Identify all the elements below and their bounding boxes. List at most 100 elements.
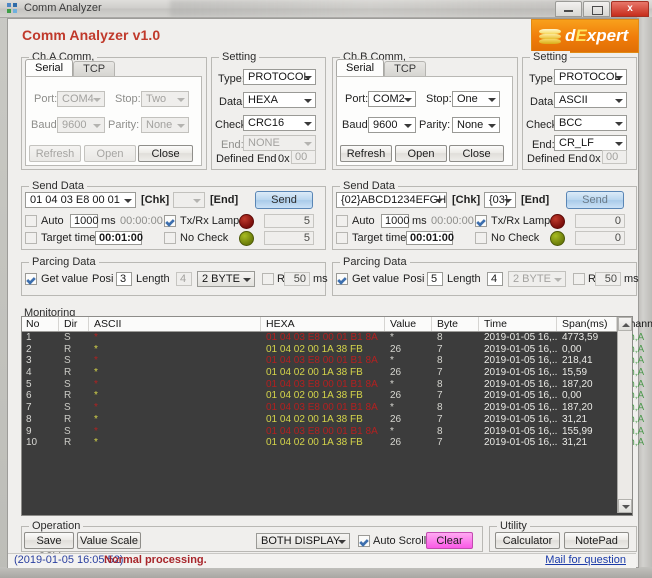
auto-interval-input-b[interactable]: 1000 — [381, 214, 409, 228]
column-header-byte[interactable]: Byte — [437, 318, 458, 330]
target-time-input-a[interactable]: 00:01:00 — [95, 231, 143, 245]
column-header-value[interactable]: Value — [390, 318, 416, 330]
display-mode-select[interactable]: BOTH DISPLAY — [256, 533, 350, 549]
auto-checkbox-b[interactable] — [336, 215, 348, 227]
posi-input-b[interactable]: 5 — [427, 272, 443, 286]
auto-scroll-checkbox[interactable] — [358, 535, 370, 547]
data-select-b[interactable]: ASCII — [554, 92, 627, 108]
close-button[interactable]: x — [611, 1, 649, 17]
tab-tcp-b[interactable]: TCP — [384, 61, 427, 77]
refresh-button-b[interactable]: Refresh — [340, 145, 392, 162]
chk-select-b[interactable]: {03} — [484, 192, 516, 208]
stop-select-b[interactable]: One — [452, 91, 500, 107]
calculator-button[interactable]: Calculator — [495, 532, 560, 549]
refresh-button-a[interactable]: Refresh — [29, 145, 81, 162]
get-value-checkbox-a[interactable] — [25, 273, 37, 285]
no-check-checkbox-b[interactable] — [475, 232, 487, 244]
byte-size-select-b[interactable]: 2 BYTE — [508, 271, 566, 287]
column-divider[interactable] — [260, 317, 261, 331]
column-divider[interactable] — [58, 317, 59, 331]
tab-serial-a[interactable]: Serial — [25, 59, 74, 77]
cell-ascii: * — [94, 355, 98, 367]
parity-select-b[interactable]: None — [452, 117, 500, 133]
port-select-a[interactable]: COM4 — [57, 91, 105, 107]
column-divider[interactable] — [478, 317, 479, 331]
minimize-button[interactable] — [555, 1, 582, 17]
save-csv-button[interactable]: Save CSV — [24, 532, 74, 563]
send-button-b[interactable]: Send — [566, 191, 624, 209]
column-divider[interactable] — [88, 317, 89, 331]
data-select-a[interactable]: HEXA — [243, 92, 316, 108]
tab-tcp-a[interactable]: TCP — [73, 61, 116, 77]
column-header-dir[interactable]: Dir — [64, 318, 77, 330]
column-header-ascii[interactable]: ASCII — [94, 318, 121, 330]
column-divider[interactable] — [384, 317, 385, 331]
mail-for-question-link[interactable]: Mail for question — [545, 554, 626, 566]
no-check-checkbox-a[interactable] — [164, 232, 176, 244]
tab-serial-b[interactable]: Serial — [336, 59, 385, 77]
clear-button[interactable]: Clear — [426, 532, 473, 549]
table-row[interactable]: 4 R * 01 04 02 00 1A 38 FB 26 7 2019-01-05 16,… — [22, 367, 644, 379]
baud-select-b[interactable]: 9600 — [368, 117, 416, 133]
target-time-checkbox-a[interactable] — [25, 232, 37, 244]
send-data-input-b[interactable]: {02}ABCD1234EFGH — [336, 192, 447, 208]
open-button-a[interactable]: Open — [84, 145, 136, 162]
table-row[interactable]: 9 S * 01 04 03 E8 00 01 B1 8A * 8 2019-01-05 1… — [22, 426, 644, 438]
column-divider[interactable] — [556, 317, 557, 331]
check-select-b[interactable]: BCC — [554, 115, 627, 131]
target-time-input-b[interactable]: 00:01:00 — [406, 231, 454, 245]
column-header-span-ms[interactable]: Span(ms) — [562, 318, 608, 330]
byte-size-select-a[interactable]: 2 BYTE — [197, 271, 255, 287]
column-divider[interactable] — [431, 317, 432, 331]
auto-checkbox-a[interactable] — [25, 215, 37, 227]
rwt-checkbox-a[interactable] — [262, 273, 274, 285]
send-data-input-a[interactable]: 01 04 03 E8 00 01 — [25, 192, 136, 208]
maximize-button[interactable] — [583, 1, 610, 17]
rwt-input-a[interactable]: 50 — [284, 272, 310, 286]
column-header-time[interactable]: Time — [484, 318, 507, 330]
column-header-no[interactable]: No — [26, 318, 39, 330]
table-row[interactable]: 8 R * 01 04 02 00 1A 38 FB 26 7 2019-01-05 16,… — [22, 414, 644, 426]
notepad-button[interactable]: NotePad — [564, 532, 629, 549]
send-button-a[interactable]: Send — [255, 191, 313, 209]
txrx-lamp-checkbox-b[interactable] — [475, 215, 487, 227]
txrx-lamp-checkbox-a[interactable] — [164, 215, 176, 227]
parity-select-a[interactable]: None — [141, 117, 189, 133]
port-select-b[interactable]: COM2 — [368, 91, 416, 107]
table-row[interactable]: 6 R * 01 04 02 00 1A 38 FB 26 7 2019-01-05 16,… — [22, 390, 644, 402]
scroll-down-button[interactable] — [618, 499, 632, 513]
posi-input-a[interactable]: 3 — [116, 272, 132, 286]
chk-select-a[interactable] — [173, 192, 205, 208]
end-select-b[interactable]: CR_LF — [554, 135, 627, 151]
table-row[interactable]: 2 R * 01 04 02 00 1A 38 FB 26 7 2019-01-05 16,… — [22, 344, 644, 356]
auto-interval-input-a[interactable]: 1000 — [70, 214, 98, 228]
value-scale-button[interactable]: Value Scale — [77, 532, 141, 549]
hex-prefix-a: 0x — [278, 153, 290, 165]
baud-select-a[interactable]: 9600 — [57, 117, 105, 133]
table-row[interactable]: 5 S * 01 04 03 E8 00 01 B1 8A * 8 2019-01-05 1… — [22, 379, 644, 391]
monitoring-scrollbar[interactable] — [617, 317, 632, 513]
defined-end-input-b[interactable]: 00 — [602, 150, 627, 164]
close-button-a[interactable]: Close — [138, 145, 193, 162]
type-select-a[interactable]: PROTOCOL — [243, 69, 316, 85]
length-input-b[interactable]: 4 — [487, 272, 503, 286]
stop-select-a[interactable]: Two — [141, 91, 189, 107]
close-button-b[interactable]: Close — [449, 145, 504, 162]
table-row[interactable]: 3 S * 01 04 03 E8 00 01 B1 8A * 8 2019-01-05 1… — [22, 355, 644, 367]
defined-end-input-a[interactable]: 00 — [291, 150, 316, 164]
chevron-down-icon — [551, 273, 564, 285]
type-select-b[interactable]: PROTOCOL — [554, 69, 627, 85]
target-time-checkbox-b[interactable] — [336, 232, 348, 244]
length-input-a[interactable]: 4 — [176, 272, 192, 286]
open-button-b[interactable]: Open — [395, 145, 447, 162]
scroll-up-button[interactable] — [618, 317, 632, 331]
rwt-checkbox-b[interactable] — [573, 273, 585, 285]
column-header-hexa[interactable]: HEXA — [266, 318, 295, 330]
end-select-a[interactable]: NONE — [243, 135, 316, 151]
check-select-a[interactable]: CRC16 — [243, 115, 316, 131]
table-row[interactable]: 10 R * 01 04 02 00 1A 38 FB 26 7 2019-01-05 16… — [22, 437, 644, 449]
get-value-checkbox-b[interactable] — [336, 273, 348, 285]
table-row[interactable]: 1 S * 01 04 03 E8 00 01 B1 8A * 8 2019-01-05 1… — [22, 332, 644, 344]
table-row[interactable]: 7 S * 01 04 03 E8 00 01 B1 8A * 8 2019-01-05 1… — [22, 402, 644, 414]
rwt-input-b[interactable]: 50 — [595, 272, 621, 286]
